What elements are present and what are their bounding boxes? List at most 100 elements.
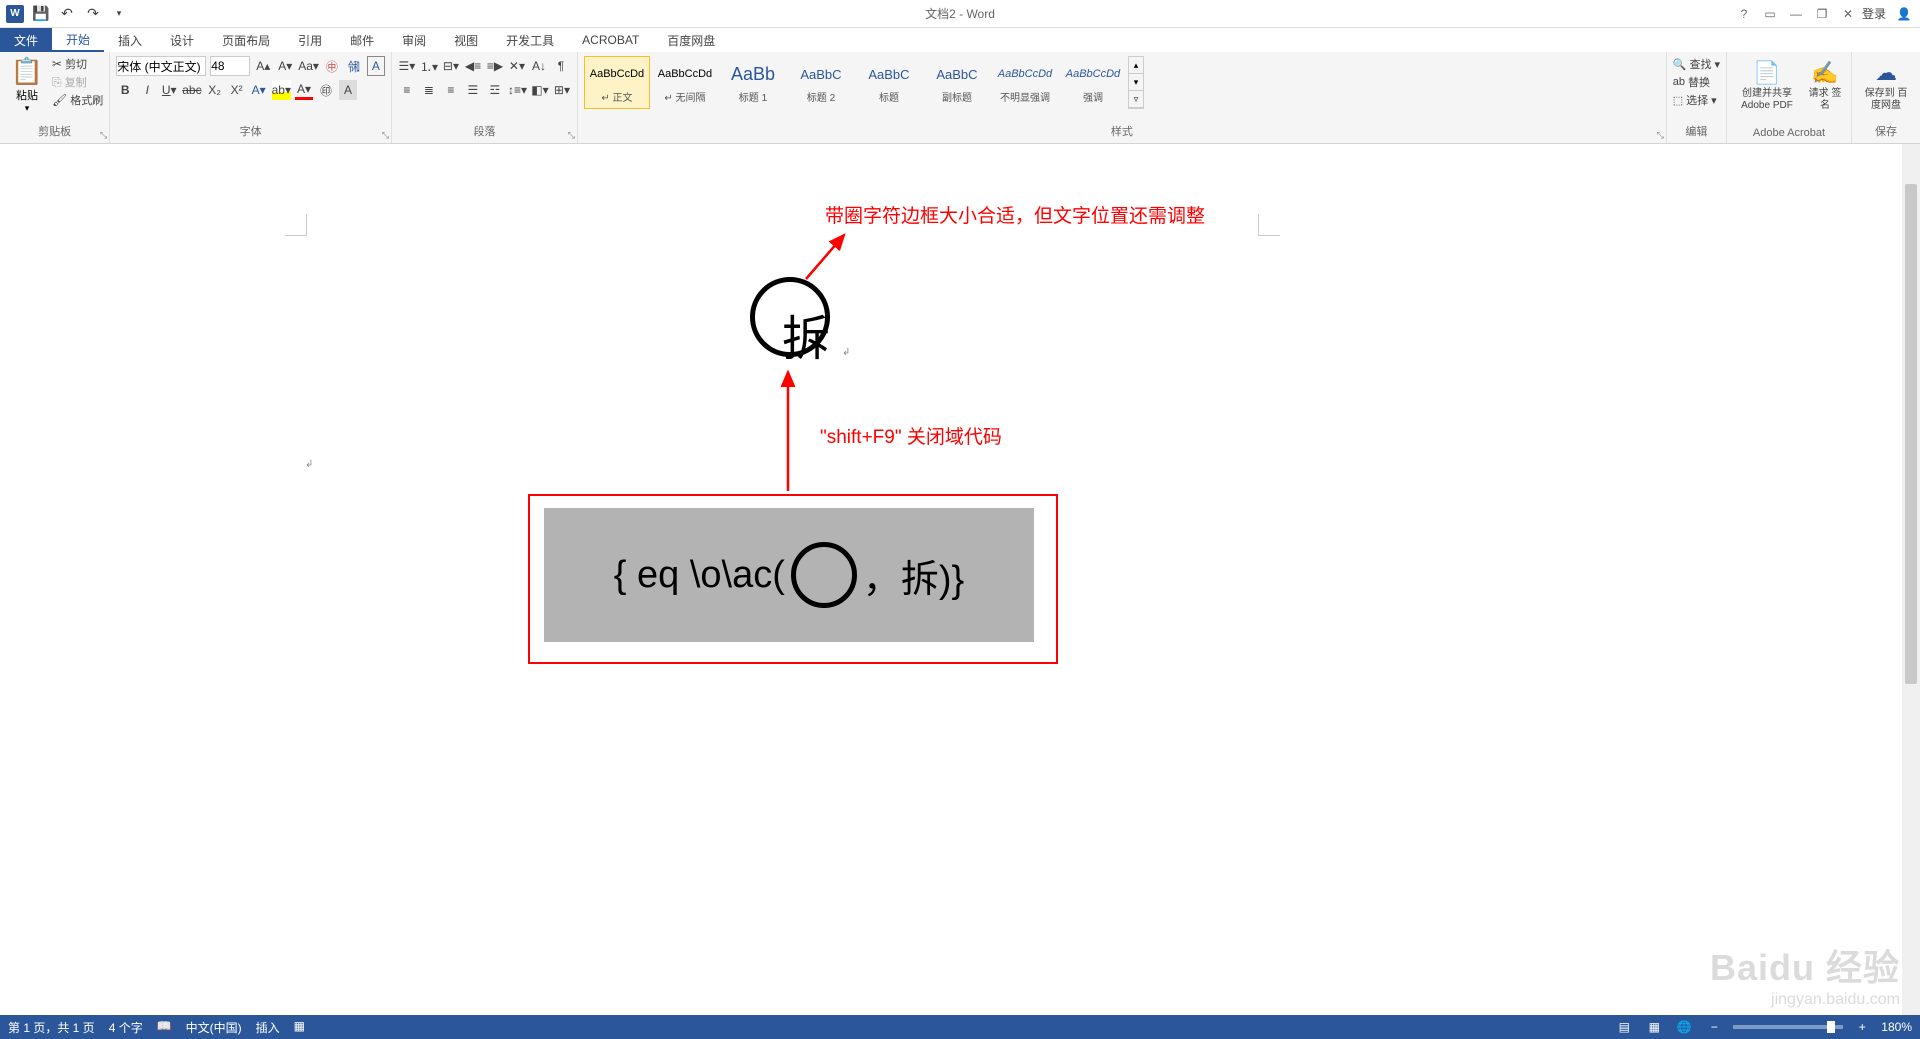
zoom-in-icon[interactable]: +: [1851, 1018, 1873, 1036]
distributed-icon[interactable]: ☲: [486, 80, 504, 100]
char-shading-icon[interactable]: A: [339, 80, 357, 100]
paste-button[interactable]: 📋 粘贴 ▾: [6, 56, 48, 123]
strikethrough-icon[interactable]: abc: [182, 80, 201, 100]
align-center-icon[interactable]: ≣: [420, 80, 438, 100]
grow-font-icon[interactable]: A▴: [254, 56, 272, 76]
redo-icon[interactable]: ↷: [82, 3, 104, 25]
font-size-input[interactable]: [210, 56, 250, 76]
tab-baidu[interactable]: 百度网盘: [653, 28, 729, 52]
align-left-icon[interactable]: ≡: [398, 80, 416, 100]
subscript-icon[interactable]: X₂: [206, 80, 224, 100]
tab-acrobat[interactable]: ACROBAT: [568, 28, 653, 52]
character-border-icon[interactable]: A: [367, 56, 385, 76]
style-emphasis[interactable]: AaBbCcDd强调: [1060, 56, 1126, 109]
style-subtle-emphasis[interactable]: AaBbCcDd不明显强调: [992, 56, 1058, 109]
close-icon[interactable]: ✕: [1836, 4, 1860, 24]
zoom-slider[interactable]: [1733, 1025, 1843, 1029]
print-layout-icon[interactable]: ▦: [1643, 1018, 1665, 1036]
underline-icon[interactable]: U▾: [160, 80, 178, 100]
tab-mailings[interactable]: 邮件: [336, 28, 388, 52]
minimize-icon[interactable]: —: [1784, 4, 1808, 24]
zoom-out-icon[interactable]: −: [1703, 1018, 1725, 1036]
tab-design[interactable]: 设计: [156, 28, 208, 52]
styles-expand-icon[interactable]: ▿: [1129, 91, 1143, 108]
format-painter-button[interactable]: 🖌格式刷: [52, 92, 103, 108]
show-marks-icon[interactable]: ¶: [552, 56, 570, 76]
clipboard-launcher-icon[interactable]: ⤡: [100, 130, 107, 141]
justify-icon[interactable]: ☰: [464, 80, 482, 100]
enclose-char-icon[interactable]: ㊞: [317, 80, 335, 100]
select-button[interactable]: ⬚选择▾: [1673, 92, 1720, 108]
spellcheck-icon[interactable]: 📖: [157, 1019, 172, 1036]
web-layout-icon[interactable]: 🌐: [1673, 1018, 1695, 1036]
styles-down-icon[interactable]: ▾: [1129, 74, 1143, 91]
vertical-scrollbar[interactable]: [1902, 144, 1920, 1015]
increase-indent-icon[interactable]: ≡▶: [486, 56, 504, 76]
font-launcher-icon[interactable]: ⤡: [382, 130, 389, 141]
find-button[interactable]: 🔍查找▾: [1673, 56, 1720, 72]
tab-review[interactable]: 审阅: [388, 28, 440, 52]
style-title[interactable]: AaBbC标题: [856, 56, 922, 109]
app-icon[interactable]: W: [4, 3, 26, 25]
tab-view[interactable]: 视图: [440, 28, 492, 52]
style-subtitle[interactable]: AaBbC副标题: [924, 56, 990, 109]
text-effects-icon[interactable]: A▾: [250, 80, 268, 100]
ribbon-display-icon[interactable]: ▭: [1758, 4, 1782, 24]
save-baidu-button[interactable]: ☁保存到 百度网盘: [1858, 56, 1914, 116]
decrease-indent-icon[interactable]: ◀≡: [464, 56, 482, 76]
paragraph-launcher-icon[interactable]: ⤡: [568, 130, 575, 141]
styles-more[interactable]: ▴▾▿: [1128, 56, 1144, 109]
style-normal[interactable]: AaBbCcDd↵ 正文: [584, 56, 650, 109]
copy-button[interactable]: ⎘复制: [52, 74, 103, 90]
tab-developer[interactable]: 开发工具: [492, 28, 568, 52]
login-link[interactable]: 登录: [1862, 5, 1886, 22]
account-icon[interactable]: 👤: [1892, 4, 1916, 24]
page-indicator[interactable]: 第 1 页，共 1 页: [8, 1019, 95, 1036]
numbering-icon[interactable]: ⒈▾: [420, 56, 438, 76]
style-heading2[interactable]: AaBbC标题 2: [788, 56, 854, 109]
styles-launcher-icon[interactable]: ⤡: [1657, 130, 1664, 141]
language-indicator[interactable]: 中文(中国): [186, 1019, 242, 1036]
shrink-font-icon[interactable]: A▾: [276, 56, 294, 76]
tab-insert[interactable]: 插入: [104, 28, 156, 52]
sort-icon[interactable]: A↓: [530, 56, 548, 76]
style-heading1[interactable]: AaBb标题 1: [720, 56, 786, 109]
asian-layout-icon[interactable]: ✕▾: [508, 56, 526, 76]
phonetic-guide-icon[interactable]: ㊥: [323, 56, 341, 76]
font-color-icon[interactable]: A▾: [295, 80, 313, 100]
word-count[interactable]: 4 个字: [109, 1019, 143, 1036]
font-name-input[interactable]: [116, 56, 206, 76]
insert-mode[interactable]: 插入: [256, 1019, 280, 1036]
document-area[interactable]: 带圈字符边框大小合适，但文字位置还需调整 拆 ↲ ↲ "shift+F9" 关闭…: [0, 144, 1920, 1015]
highlight-icon[interactable]: ab▾: [272, 80, 291, 100]
line-spacing-icon[interactable]: ↕≡▾: [508, 80, 527, 100]
cut-button[interactable]: ✂剪切: [52, 56, 103, 72]
styles-up-icon[interactable]: ▴: [1129, 57, 1143, 74]
tab-references[interactable]: 引用: [284, 28, 336, 52]
superscript-icon[interactable]: X²: [228, 80, 246, 100]
replace-button[interactable]: ab替换: [1673, 74, 1720, 90]
shading-icon[interactable]: ◧▾: [531, 80, 549, 100]
restore-icon[interactable]: ❐: [1810, 4, 1834, 24]
bold-icon[interactable]: B: [116, 80, 134, 100]
undo-icon[interactable]: ↶: [56, 3, 78, 25]
clear-format-icon[interactable]: ㋿: [345, 56, 363, 76]
align-right-icon[interactable]: ≡: [442, 80, 460, 100]
save-icon[interactable]: 💾: [30, 3, 52, 25]
macro-icon[interactable]: ▦: [294, 1019, 305, 1036]
read-mode-icon[interactable]: ▤: [1613, 1018, 1635, 1036]
bullets-icon[interactable]: ☰▾: [398, 56, 416, 76]
zoom-level[interactable]: 180%: [1881, 1020, 1912, 1034]
multilevel-icon[interactable]: ⊟▾: [442, 56, 460, 76]
tab-file[interactable]: 文件: [0, 28, 52, 52]
zoom-slider-thumb[interactable]: [1827, 1021, 1835, 1033]
italic-icon[interactable]: I: [138, 80, 156, 100]
style-no-spacing[interactable]: AaBbCcDd↵ 无间隔: [652, 56, 718, 109]
change-case-icon[interactable]: Aa▾: [298, 56, 319, 76]
tab-layout[interactable]: 页面布局: [208, 28, 284, 52]
request-sign-button[interactable]: ✍请求 签名: [1805, 56, 1845, 127]
help-icon[interactable]: ?: [1732, 4, 1756, 24]
tab-home[interactable]: 开始: [52, 28, 104, 52]
borders-icon[interactable]: ⊞▾: [553, 80, 571, 100]
scrollbar-thumb[interactable]: [1905, 184, 1917, 684]
